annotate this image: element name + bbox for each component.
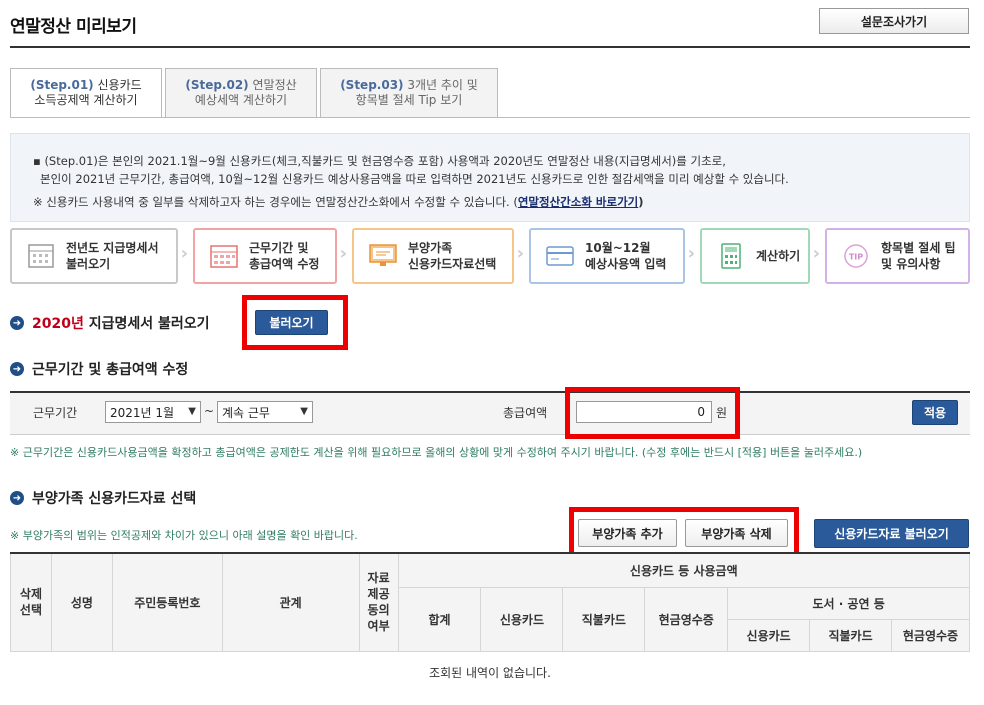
tab-label-2: 소득공제액 계산하기	[34, 93, 138, 107]
tab-label: 3개년 추이 및	[403, 78, 478, 92]
highlight-frame	[569, 507, 799, 558]
step-label: 항목별 절세 팁	[881, 241, 956, 255]
page-title: 연말정산 미리보기	[10, 17, 137, 37]
tab-step-01[interactable]: (Step.01) 신용카드 소득공제액 계산하기	[10, 68, 162, 118]
select-value: 계속 근무	[222, 405, 270, 420]
section-load-statement-title: ➜ 2020년 지급명세서 불러오기	[10, 313, 210, 333]
step-label: 부양가족	[408, 241, 453, 255]
dependents-table: 삭제 선택 성명 주민등록번호 관계 자료 제공 동의 여부 신용카드 등 사용금액 합…	[10, 552, 971, 693]
section-year: 2020년	[32, 316, 84, 332]
col-books-cash: 현금영수증	[891, 618, 970, 652]
title-divider	[10, 46, 970, 48]
section-dependents-title: ➜ 부양가족 신용카드자료 선택	[10, 488, 196, 508]
load-card-data-button[interactable]: 신용카드자료 불러오기	[814, 519, 969, 548]
notice-line-3: ※ 신용카드 사용내역 중 일부를 삭제하고자 하는 경우에는 연말정산간소화에…	[33, 193, 969, 211]
col-books-credit: 신용카드	[727, 618, 811, 652]
process-step-tips[interactable]: TIP 항목별 절세 팁및 유의사항	[825, 228, 970, 284]
simplified-service-link[interactable]: 연말정산간소화 바로가기	[518, 195, 638, 209]
period-start-select[interactable]: 2021년 1월 ▼	[105, 401, 201, 423]
col-name: 성명	[50, 552, 113, 652]
tab-label-2: 예상세액 계산하기	[194, 93, 288, 107]
process-step-calculate[interactable]: 계산하기	[700, 228, 820, 284]
survey-button[interactable]: 설문조사가기	[819, 8, 969, 34]
tab-step-number: (Step.03)	[340, 78, 404, 92]
group-card-usage: 신용카드 등 사용금액	[397, 552, 971, 588]
tab-step-02[interactable]: (Step.02) 연말정산 예상세액 계산하기	[165, 68, 317, 118]
col-books-debit: 직불카드	[809, 618, 892, 652]
header-text: 선택	[19, 603, 43, 618]
notice-line-2: 본인이 2021년 근무기간, 총급여액, 10월~12월 신용카드 예상사용금…	[40, 172, 789, 186]
svg-text:TIP: TIP	[849, 253, 863, 262]
step-label-2: 예상사용액 입력	[585, 257, 667, 271]
step-label-2: 총급여액 수정	[249, 257, 320, 271]
arrow-bullet-icon: ➜	[10, 491, 24, 505]
calculator-icon	[721, 243, 741, 269]
step-label: 전년도 지급명세서	[66, 241, 159, 255]
process-step-expected-usage[interactable]: 10월~12월예상사용액 입력	[529, 228, 695, 284]
group-books-shows: 도서 · 공연 등	[727, 586, 970, 620]
header-text: 제공	[367, 587, 390, 602]
col-debit: 직불카드	[562, 586, 646, 652]
header-text: 삭제	[19, 587, 43, 602]
step-label: 계산하기	[756, 249, 801, 263]
process-steps: 전년도 지급명세서불러오기 근무기간 및총급여액 수정 부양가족신용카드자료선택…	[10, 228, 970, 284]
process-step-edit-period[interactable]: 근무기간 및총급여액 수정	[193, 228, 347, 284]
tab-label: 연말정산	[248, 78, 297, 92]
col-total: 합계	[397, 586, 482, 652]
section-title: 지급명세서 불러오기	[83, 316, 210, 332]
apply-button[interactable]: 적용	[912, 400, 958, 425]
section-title: 부양가족 신용카드자료 선택	[32, 491, 197, 507]
step-label-2: 신용카드자료선택	[408, 257, 497, 271]
tab-step-03[interactable]: (Step.03) 3개년 추이 및 항목별 절세 Tip 보기	[320, 68, 498, 118]
empty-message: 조회된 내역이 없습니다.	[429, 665, 551, 680]
col-cash: 현금영수증	[644, 586, 729, 652]
document-icon	[28, 244, 54, 268]
notice-line-1: ▪ (Step.01)은 본인의 2021.1월~9월 신용카드(체크,직불카드…	[33, 154, 726, 168]
chevron-down-icon: ▼	[188, 406, 196, 417]
period-end-select[interactable]: 계속 근무 ▼	[217, 401, 313, 423]
card-icon	[546, 246, 574, 266]
period-note: ※ 근무기간은 신용카드사용금액을 확정하고 총급여액은 공제한도 계산을 위해…	[10, 446, 863, 459]
tab-step-number: (Step.02)	[185, 78, 249, 92]
period-label: 근무기간	[33, 406, 78, 420]
header-text: 여부	[367, 619, 390, 634]
arrow-bullet-icon: ➜	[10, 362, 24, 376]
section-title: 근무기간 및 총급여액 수정	[32, 362, 189, 378]
salary-label: 총급여액	[503, 406, 548, 420]
col-provide-consent: 자료 제공 동의 여부	[358, 552, 399, 652]
step-tabs: (Step.01) 신용카드 소득공제액 계산하기 (Step.02) 연말정산…	[10, 68, 498, 118]
step-label-2: 불러오기	[66, 257, 111, 271]
step-label: 근무기간 및	[249, 241, 309, 255]
notice-text: ※ 신용카드 사용내역 중 일부를 삭제하고자 하는 경우에는 연말정산간소화에…	[33, 195, 518, 209]
header-text: 동의	[367, 603, 390, 618]
highlight-frame	[565, 387, 740, 439]
monitor-icon	[369, 244, 397, 266]
col-credit: 신용카드	[480, 586, 564, 652]
chevron-down-icon: ▼	[300, 406, 308, 417]
section-period-title: ➜ 근무기간 및 총급여액 수정	[10, 359, 188, 379]
period-tilde: ~	[204, 404, 215, 418]
calendar-icon	[210, 245, 238, 268]
step-label: 10월~12월	[585, 241, 651, 255]
notice-text-end: )	[638, 195, 644, 209]
tip-icon: TIP	[844, 244, 868, 268]
process-step-dependents[interactable]: 부양가족신용카드자료선택	[352, 228, 524, 284]
col-delete-select: 삭제 선택	[10, 552, 52, 652]
col-relation: 관계	[221, 552, 360, 652]
process-step-load-statement[interactable]: 전년도 지급명세서불러오기	[10, 228, 188, 284]
notice-box: ▪ (Step.01)은 본인의 2021.1월~9월 신용카드(체크,직불카드…	[10, 133, 970, 222]
step-label-2: 및 유의사항	[881, 257, 941, 271]
dependents-note: ※ 부양가족의 범위는 인적공제와 차이가 있으니 아래 설명을 확인 바랍니다…	[10, 529, 358, 542]
tab-label: 신용카드	[93, 78, 142, 92]
arrow-bullet-icon: ➜	[10, 316, 24, 330]
tab-label-2: 항목별 절세 Tip 보기	[355, 93, 463, 107]
tab-step-number: (Step.01)	[30, 78, 94, 92]
tab-divider	[10, 117, 970, 118]
header-text: 자료	[367, 571, 390, 586]
select-value: 2021년 1월	[110, 405, 175, 420]
highlight-frame	[242, 295, 348, 350]
col-rrn: 주민등록번호	[111, 552, 223, 652]
